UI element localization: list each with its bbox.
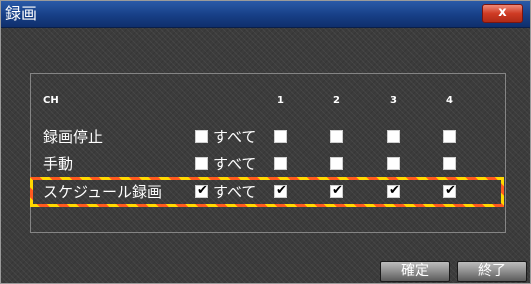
schedule-recording-all-checkbox[interactable] [195, 183, 209, 199]
channel-header-1: 1 [277, 95, 284, 106]
manual-ch4-checkbox[interactable] [443, 157, 456, 170]
channel-header-4: 4 [446, 95, 453, 106]
manual-ch3-checkbox[interactable] [387, 157, 400, 170]
schedule-recording-ch3-checkbox[interactable] [387, 183, 401, 199]
stop-recording-ch3-checkbox[interactable] [387, 130, 400, 143]
stop-recording-ch2-checkbox[interactable] [330, 130, 343, 143]
schedule-recording-ch4-checkbox[interactable] [443, 183, 457, 199]
all-label: すべて [213, 155, 257, 173]
row-label-schedule-recording: スケジュール録画 [43, 183, 162, 201]
window-title: 録画 [5, 4, 38, 23]
row-label-stop-recording: 録画停止 [43, 128, 104, 146]
all-label: すべて [213, 183, 257, 201]
channel-header-2: 2 [333, 95, 340, 106]
exit-button[interactable]: 終了 [457, 261, 527, 282]
recording-dialog: 録画 x CH 1 2 3 4 録画停止 すべて 手動 すべて スケジュール録画… [0, 0, 531, 284]
stop-recording-ch1-checkbox[interactable] [274, 130, 287, 143]
stop-recording-ch4-checkbox[interactable] [443, 130, 456, 143]
recording-mode-panel [30, 73, 506, 233]
all-label: すべて [213, 128, 257, 146]
schedule-recording-ch1-checkbox[interactable] [274, 183, 288, 199]
manual-ch1-checkbox[interactable] [274, 157, 287, 170]
ch-header: CH [43, 95, 59, 106]
manual-ch2-checkbox[interactable] [330, 157, 343, 170]
stop-recording-all-checkbox[interactable] [195, 130, 208, 143]
channel-header-3: 3 [390, 95, 397, 106]
schedule-recording-ch2-checkbox[interactable] [330, 183, 344, 199]
title-bar[interactable]: 録画 x [1, 1, 530, 28]
close-button[interactable]: x [482, 4, 523, 23]
row-label-manual: 手動 [43, 155, 74, 173]
confirm-button[interactable]: 確定 [380, 261, 450, 282]
manual-all-checkbox[interactable] [195, 157, 208, 170]
